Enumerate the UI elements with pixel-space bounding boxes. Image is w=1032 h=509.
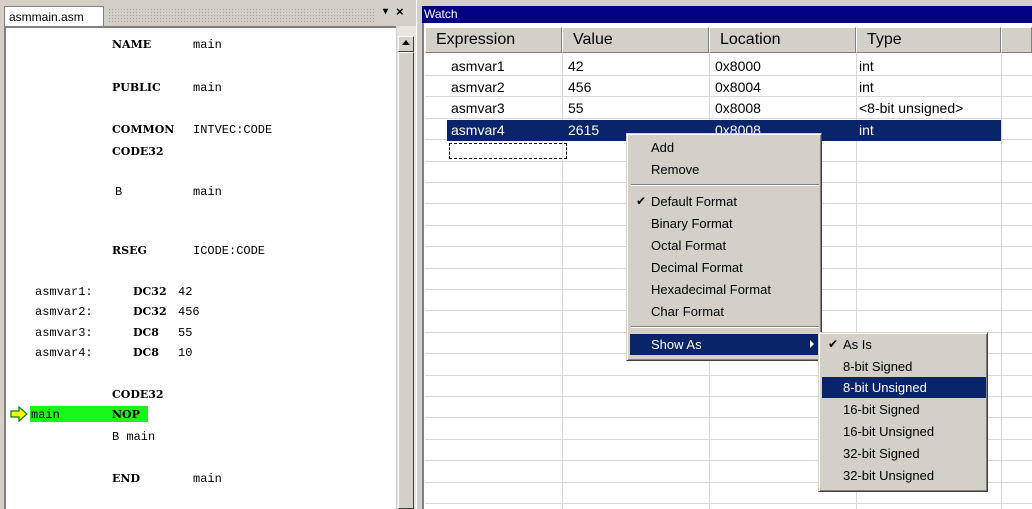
code-label: asmvar4: [35,346,93,360]
code-label: asmvar2: [35,305,93,319]
editor-gutter [6,28,32,509]
menu-item-8bit-signed[interactable]: 8-bit Signed [822,356,986,377]
scroll-thumb[interactable] [398,52,414,509]
code-opcode: DC32 [133,285,167,298]
code-opcode: B main [112,430,156,444]
current-statement-arrow-icon [10,406,28,422]
cell-value: 42 [568,58,584,74]
code-operand: ICODE:CODE [193,244,266,258]
code-editor[interactable] [4,26,396,509]
tab-bar-filler [108,8,376,22]
menu-item-remove[interactable]: Remove [630,159,820,180]
menu-item-add[interactable]: Add [630,137,820,158]
code-operand: main [193,81,222,95]
cell-type: int [859,58,874,74]
menu-item-32bit-unsigned[interactable]: 32-bit Unsigned [822,465,986,486]
code-operand: main [193,38,222,52]
context-menu: Add Remove ✔ Default Format Binary Format… [626,133,822,361]
code-opcode: NOP [112,408,140,421]
new-expression-entry[interactable] [449,143,567,159]
submenu-arrow-icon [810,340,814,348]
code-opcode: RSEG [112,244,147,257]
table-row[interactable]: asmvar2 456 0x8004 int [425,77,1001,97]
checkmark-icon: ✔ [636,194,647,208]
menu-item-label: As Is [843,337,872,352]
code-opcode: END [112,472,140,485]
cell-type: <8-bit unsigned> [859,100,964,116]
code-opcode: NAME [112,38,152,51]
show-as-submenu: ✔ As Is 8-bit Signed 8-bit Unsigned 16-bi… [818,332,988,492]
column-header-filler [1001,27,1032,53]
menu-separator [631,184,819,186]
menu-separator [631,326,819,328]
code-opcode: PUBLIC [112,81,161,94]
menu-item-hexadecimal-format[interactable]: Hexadecimal Format [630,279,820,300]
cell-location: 0x8008 [715,100,761,116]
menu-item-show-as[interactable]: Show As [630,334,820,355]
code-opcode: COMMON [112,123,175,136]
cell-expression: asmvar2 [451,79,505,95]
menu-item-label: Default Format [651,194,737,209]
cell-expression: asmvar1 [451,58,505,74]
watch-title-bar: Watch [422,6,1032,23]
cell-value: 55 [568,100,584,116]
table-row[interactable]: asmvar1 42 0x8000 int [425,56,1001,76]
menu-item-16bit-signed[interactable]: 16-bit Signed [822,399,986,420]
column-header-value[interactable]: Value [562,27,709,53]
code-operand: 42 [178,285,193,299]
grid-line [1001,53,1002,509]
code-label: asmvar3: [35,326,93,340]
column-header-type[interactable]: Type [856,27,1001,53]
menu-item-as-is[interactable]: ✔ As Is [822,334,986,355]
menu-item-32bit-signed[interactable]: 32-bit Signed [822,443,986,464]
code-opcode: CODE32 [112,388,164,401]
menu-item-16bit-unsigned[interactable]: 16-bit Unsigned [822,421,986,442]
cell-expression: asmvar3 [451,100,505,116]
code-label: main [31,408,60,422]
menu-item-char-format[interactable]: Char Format [630,301,820,322]
code-operand: 10 [178,346,193,360]
code-opcode: B [115,185,123,199]
code-opcode: DC32 [133,305,167,318]
menu-item-octal-format[interactable]: Octal Format [630,235,820,256]
cell-location: 0x8004 [715,79,761,95]
column-header-location[interactable]: Location [709,27,856,53]
code-operand: main [193,472,222,486]
scroll-up-button[interactable] [398,36,414,52]
menu-item-binary-format[interactable]: Binary Format [630,213,820,234]
code-opcode: DC8 [133,326,159,339]
checkmark-icon: ✔ [828,337,839,351]
grid-line [425,503,1032,504]
cell-type: int [859,79,874,95]
menu-item-decimal-format[interactable]: Decimal Format [630,257,820,278]
menu-item-label: Show As [651,337,702,352]
table-row[interactable]: asmvar3 55 0x8008 <8-bit unsigned> [425,98,1001,118]
code-operand: 456 [178,305,200,319]
cell-location: 0x8000 [715,58,761,74]
close-icon[interactable]: × [396,4,404,19]
menu-item-default-format[interactable]: ✔ Default Format [630,191,820,212]
code-operand: main [193,185,222,199]
code-label: asmvar1: [35,285,93,299]
editor-tab[interactable]: asmmain.asm [4,6,104,26]
cell-type: int [859,122,874,138]
arrow-up-icon [402,40,410,45]
cell-expression: asmvar4 [451,122,505,138]
code-operand: INTVEC:CODE [193,123,273,137]
code-operand: 55 [178,326,193,340]
tab-dropdown-icon[interactable]: ▾ [383,6,388,17]
code-opcode: DC8 [133,346,159,359]
cell-value: 456 [568,79,592,95]
column-header-expression[interactable]: Expression [425,27,562,53]
menu-item-8bit-unsigned[interactable]: 8-bit Unsigned [822,377,986,398]
code-opcode: CODE32 [112,145,164,158]
grid-line [425,118,1032,119]
